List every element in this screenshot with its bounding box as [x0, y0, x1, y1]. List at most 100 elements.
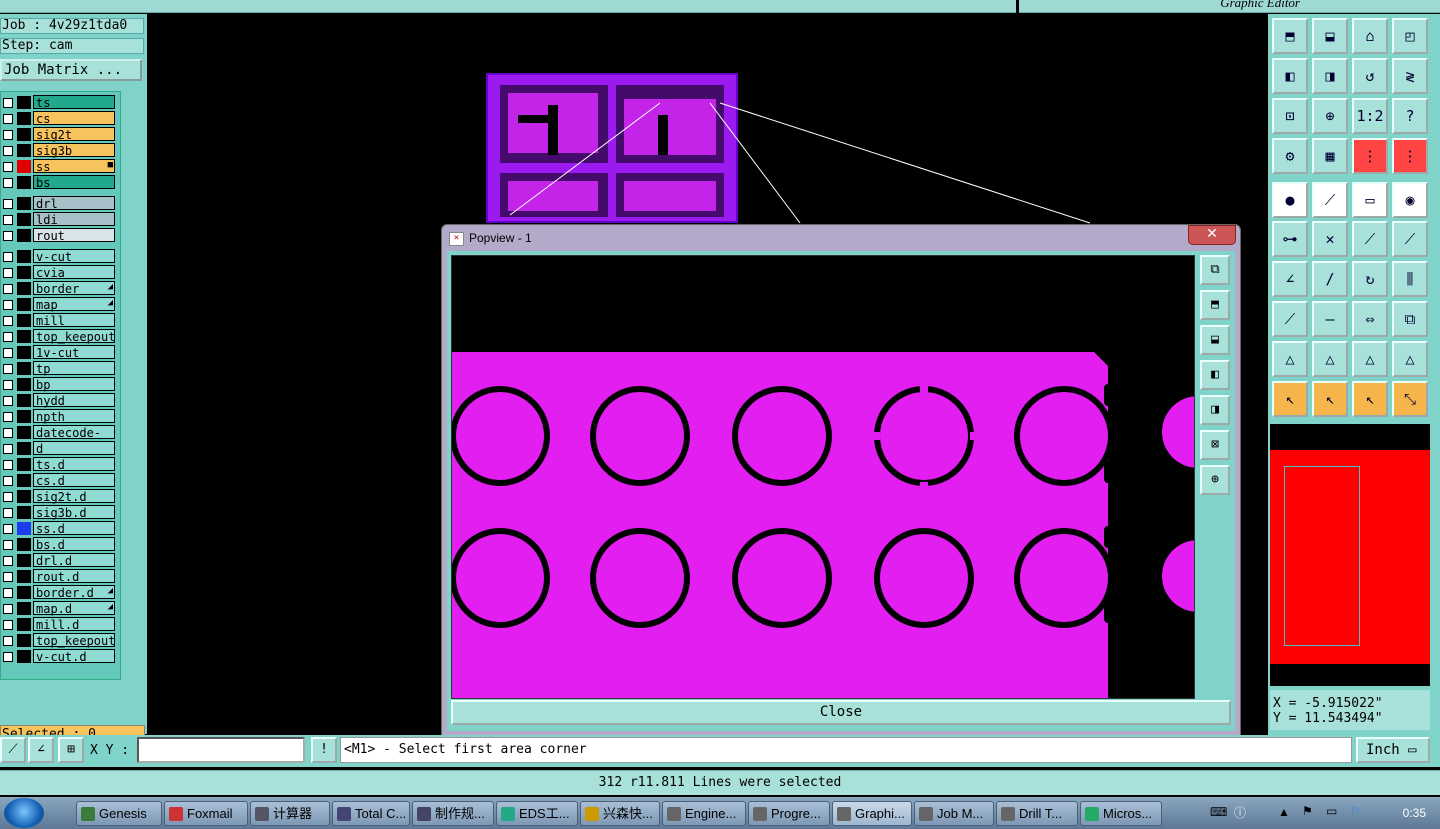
layer-checkbox[interactable]: [3, 476, 13, 486]
layer-row[interactable]: ss ■: [1, 159, 119, 174]
layer-name[interactable]: ss: [33, 159, 115, 174]
layer-color-swatch[interactable]: [17, 458, 31, 471]
popview-close-button[interactable]: Close: [451, 700, 1231, 725]
layer-name[interactable]: top_keepout: [33, 329, 115, 344]
layer-color-swatch[interactable]: [17, 213, 31, 226]
layer-color-swatch[interactable]: [17, 160, 31, 173]
layer-name[interactable]: ss.d: [33, 521, 115, 536]
layer-color-swatch[interactable]: [17, 128, 31, 141]
layer-row[interactable]: rout: [1, 228, 119, 243]
flag-icon[interactable]: ⚐: [1350, 804, 1361, 818]
layer-row[interactable]: top_keepout: [1, 633, 119, 648]
minus-icon[interactable]: —: [1312, 301, 1348, 337]
layer-checkbox[interactable]: [3, 130, 13, 140]
angle-icon[interactable]: ∠: [1272, 261, 1308, 297]
layer-name[interactable]: drl: [33, 196, 115, 211]
layer-name[interactable]: cvia: [33, 265, 115, 280]
layer-checkbox[interactable]: [3, 231, 13, 241]
layer-checkbox[interactable]: [3, 252, 13, 262]
layer-checkbox[interactable]: [3, 268, 13, 278]
layer-color-swatch[interactable]: [17, 176, 31, 189]
zoom-in-icon[interactable]: ⊕: [1312, 98, 1348, 134]
layer-row[interactable]: sig2t: [1, 127, 119, 142]
pointer-icon[interactable]: ↖: [1272, 381, 1308, 417]
layer-row[interactable]: bp: [1, 377, 119, 392]
layer-row[interactable]: ts: [1, 95, 119, 110]
triangle-3-icon[interactable]: △: [1352, 341, 1388, 377]
layer-row[interactable]: top_keepout: [1, 329, 119, 344]
popview-pan-up-icon[interactable]: ⬒: [1200, 290, 1230, 320]
layer-name[interactable]: d: [33, 441, 115, 456]
layer-row[interactable]: bs.d: [1, 537, 119, 552]
layer-row[interactable]: ts.d: [1, 457, 119, 472]
copy-shape-icon[interactable]: ⧉: [1392, 301, 1428, 337]
layer-color-swatch[interactable]: [17, 250, 31, 263]
layer-checkbox[interactable]: [3, 524, 13, 534]
layer-checkbox[interactable]: [3, 364, 13, 374]
layer-row[interactable]: tp: [1, 361, 119, 376]
layer-row[interactable]: datecode-ts: [1, 425, 119, 454]
layer-name[interactable]: v-cut: [33, 249, 115, 264]
layer-color-swatch[interactable]: [17, 474, 31, 487]
layer-row[interactable]: rout.d: [1, 569, 119, 584]
layer-name[interactable]: ldi: [33, 212, 115, 227]
taskbar-item[interactable]: Total C...: [332, 801, 410, 826]
layer-color-swatch[interactable]: [17, 229, 31, 242]
popview-pan-left-icon[interactable]: ◧: [1200, 360, 1230, 390]
help-tray-icon[interactable]: ⓘ: [1234, 804, 1246, 821]
layer-name[interactable]: border: [33, 281, 115, 296]
layer-name[interactable]: sig2t.d: [33, 489, 115, 504]
snap-red-icon[interactable]: ⋮: [1352, 138, 1388, 174]
layer-color-swatch[interactable]: [17, 634, 31, 647]
layer-checkbox[interactable]: [3, 508, 13, 518]
arc-icon[interactable]: ↻: [1352, 261, 1388, 297]
split-view-icon[interactable]: ◰: [1392, 18, 1428, 54]
layer-color-swatch[interactable]: [17, 144, 31, 157]
taskbar-item[interactable]: 计算器: [250, 801, 330, 826]
taskbar-item[interactable]: Micros...: [1080, 801, 1162, 826]
layer-color-swatch[interactable]: [17, 586, 31, 599]
layer-name[interactable]: drl.d: [33, 553, 115, 568]
layer-color-swatch[interactable]: [17, 394, 31, 407]
layer-color-swatch[interactable]: [17, 314, 31, 327]
layer-color-swatch[interactable]: [17, 570, 31, 583]
layer-name[interactable]: border.d: [33, 585, 115, 600]
layer-row[interactable]: ss.d: [1, 521, 119, 536]
layer-name[interactable]: 1v-cut: [33, 345, 115, 360]
popview-pan-down-icon[interactable]: ⬓: [1200, 325, 1230, 355]
pointer-path-icon[interactable]: ⤡: [1392, 381, 1428, 417]
layer-checkbox[interactable]: [3, 284, 13, 294]
layer-color-swatch[interactable]: [17, 426, 31, 439]
ratio-icon[interactable]: 1:2: [1352, 98, 1388, 134]
popview-zoom-icon[interactable]: ⧉: [1200, 255, 1230, 285]
pointer-box-icon[interactable]: ↖: [1312, 381, 1348, 417]
layer-checkbox[interactable]: [3, 620, 13, 630]
layer-row[interactable]: drl: [1, 196, 119, 211]
taskbar-item[interactable]: 兴森快...: [580, 801, 660, 826]
layer-checkbox[interactable]: [3, 460, 13, 470]
grid-snap-icon[interactable]: ⊞: [58, 737, 84, 763]
layer-name[interactable]: sig3b.d: [33, 505, 115, 520]
draw-line-icon[interactable]: ⟋: [0, 737, 26, 763]
layer-name[interactable]: v-cut.d: [33, 649, 115, 664]
layer-row[interactable]: mill.d: [1, 617, 119, 632]
layer-checkbox[interactable]: [3, 652, 13, 662]
slash-icon[interactable]: /: [1312, 261, 1348, 297]
layer-name[interactable]: datecode-ts: [33, 425, 115, 454]
angle-snap-icon[interactable]: ∠: [28, 737, 54, 763]
layer-checkbox[interactable]: [3, 636, 13, 646]
layer-checkbox[interactable]: [3, 540, 13, 550]
display-icon[interactable]: ▭: [1326, 804, 1337, 818]
layer-name[interactable]: top_keepout: [33, 633, 115, 648]
triangle-4-icon[interactable]: △: [1392, 341, 1428, 377]
layer-name[interactable]: cs.d: [33, 473, 115, 488]
layer-color-swatch[interactable]: [17, 346, 31, 359]
layer-color-swatch[interactable]: [17, 378, 31, 391]
snap-red-2-icon[interactable]: ⋮: [1392, 138, 1428, 174]
measure-icon[interactable]: ⇔: [1352, 301, 1388, 337]
taskbar-item[interactable]: Engine...: [662, 801, 746, 826]
home-view-icon[interactable]: ⌂: [1352, 18, 1388, 54]
layer-checkbox[interactable]: [3, 396, 13, 406]
layer-checkbox[interactable]: [3, 162, 13, 172]
layer-color-swatch[interactable]: [17, 538, 31, 551]
